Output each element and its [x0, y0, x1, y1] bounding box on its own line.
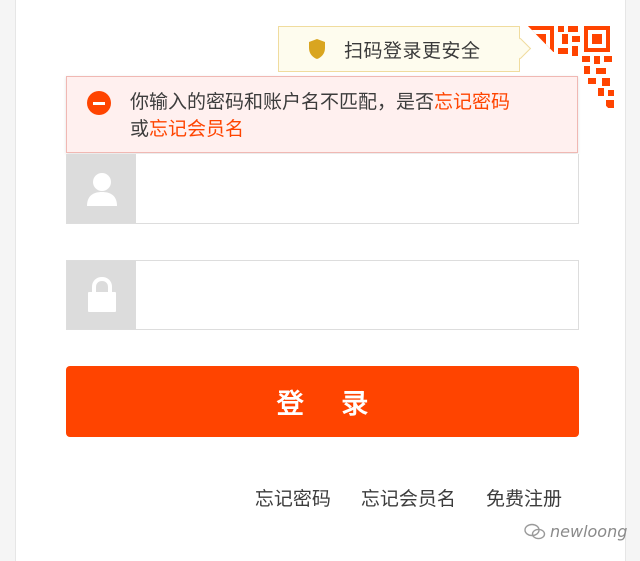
error-forgot-password-link[interactable]: 忘记密码 — [434, 91, 510, 113]
username-field[interactable] — [66, 154, 579, 224]
forgot-password-link[interactable]: 忘记密码 — [255, 488, 331, 510]
password-input[interactable] — [137, 261, 577, 329]
forgot-member-name-link[interactable]: 忘记会员名 — [361, 488, 456, 510]
username-input[interactable] — [137, 154, 577, 223]
minus-circle-icon — [87, 91, 111, 115]
watermark: newloong — [524, 522, 627, 541]
user-icon-cell — [67, 154, 136, 223]
error-forgot-member-link[interactable]: 忘记会员名 — [149, 118, 244, 140]
user-icon — [86, 172, 117, 206]
qr-login-tip[interactable]: 扫码登录更安全 — [278, 26, 520, 72]
error-message: 你输入的密码和账户名不匹配，是否忘记密码或忘记会员名 — [66, 76, 578, 153]
error-text-or: 或 — [130, 118, 150, 140]
free-register-link[interactable]: 免费注册 — [486, 488, 562, 510]
password-field[interactable] — [66, 260, 579, 330]
error-text: 你输入的密码和账户名不匹配，是否忘记密码或忘记会员名 — [130, 89, 560, 143]
error-text-main: 你输入的密码和账户名不匹配，是否 — [130, 91, 435, 113]
watermark-text: newloong — [550, 522, 628, 541]
login-button[interactable]: 登 录 — [66, 366, 579, 437]
wechat-logo-icon — [524, 523, 546, 539]
footer-links: 忘记密码 忘记会员名 免费注册 — [0, 484, 562, 511]
lock-icon — [87, 277, 116, 312]
lock-icon-cell — [67, 261, 136, 329]
shield-icon — [307, 38, 327, 60]
qr-tip-text: 扫码登录更安全 — [344, 39, 481, 62]
